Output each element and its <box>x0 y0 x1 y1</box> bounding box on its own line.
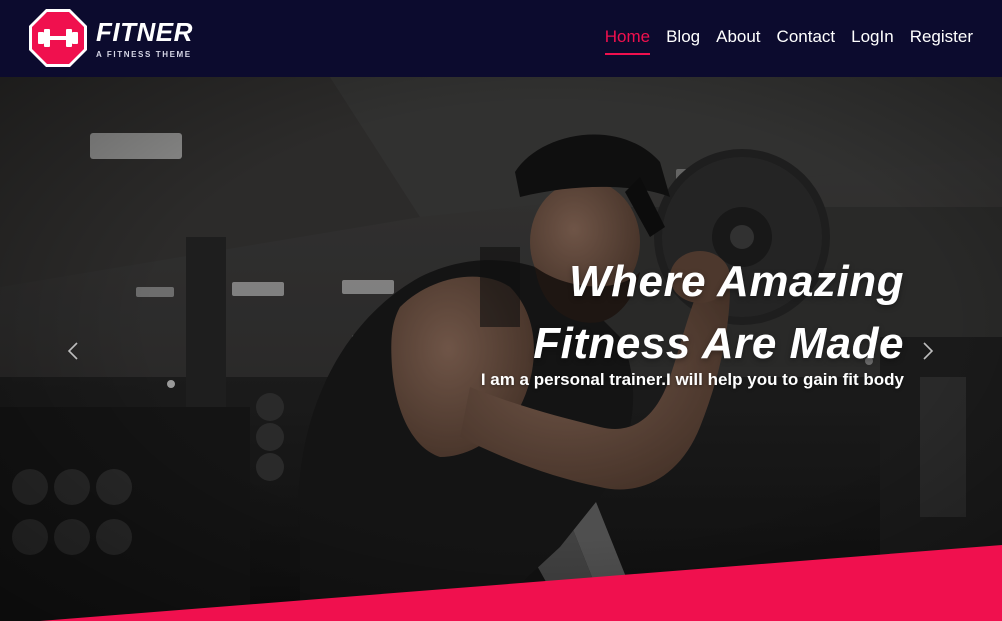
brand-logo-link[interactable]: FITNER A FITNESS THEME <box>28 8 193 68</box>
chevron-right-icon <box>923 342 934 360</box>
hero-title: Where Amazing Fitness Are Made <box>384 251 904 375</box>
nav-link-contact[interactable]: Contact <box>777 26 836 48</box>
brand-name: FITNER <box>96 16 193 47</box>
slider-next-button[interactable] <box>916 339 940 363</box>
hero-title-line-2: Fitness Are Made <box>533 319 904 368</box>
nav-link-blog[interactable]: Blog <box>666 26 700 48</box>
hero-slider: Where Amazing Fitness Are Made I am a pe… <box>0 77 1002 621</box>
dumbbell-logo-icon <box>29 9 87 67</box>
nav-link-register[interactable]: Register <box>910 26 973 48</box>
hero-subtitle: I am a personal trainer.I will help you … <box>480 370 904 389</box>
chevron-left-icon <box>67 342 78 360</box>
nav-link-home[interactable]: Home <box>604 26 651 55</box>
main-nav: Home Blog About Contact LogIn Register <box>604 26 973 55</box>
nav-link-login[interactable]: LogIn <box>851 26 894 48</box>
top-navbar: FITNER A FITNESS THEME Home Blog About C… <box>0 0 1002 77</box>
nav-link-about[interactable]: About <box>716 26 760 48</box>
slider-prev-button[interactable] <box>61 339 85 363</box>
brand-tagline: A FITNESS THEME <box>96 49 192 59</box>
brand-text: FITNER A FITNESS THEME <box>96 18 193 59</box>
hero-title-line-1: Where Amazing <box>569 257 904 306</box>
